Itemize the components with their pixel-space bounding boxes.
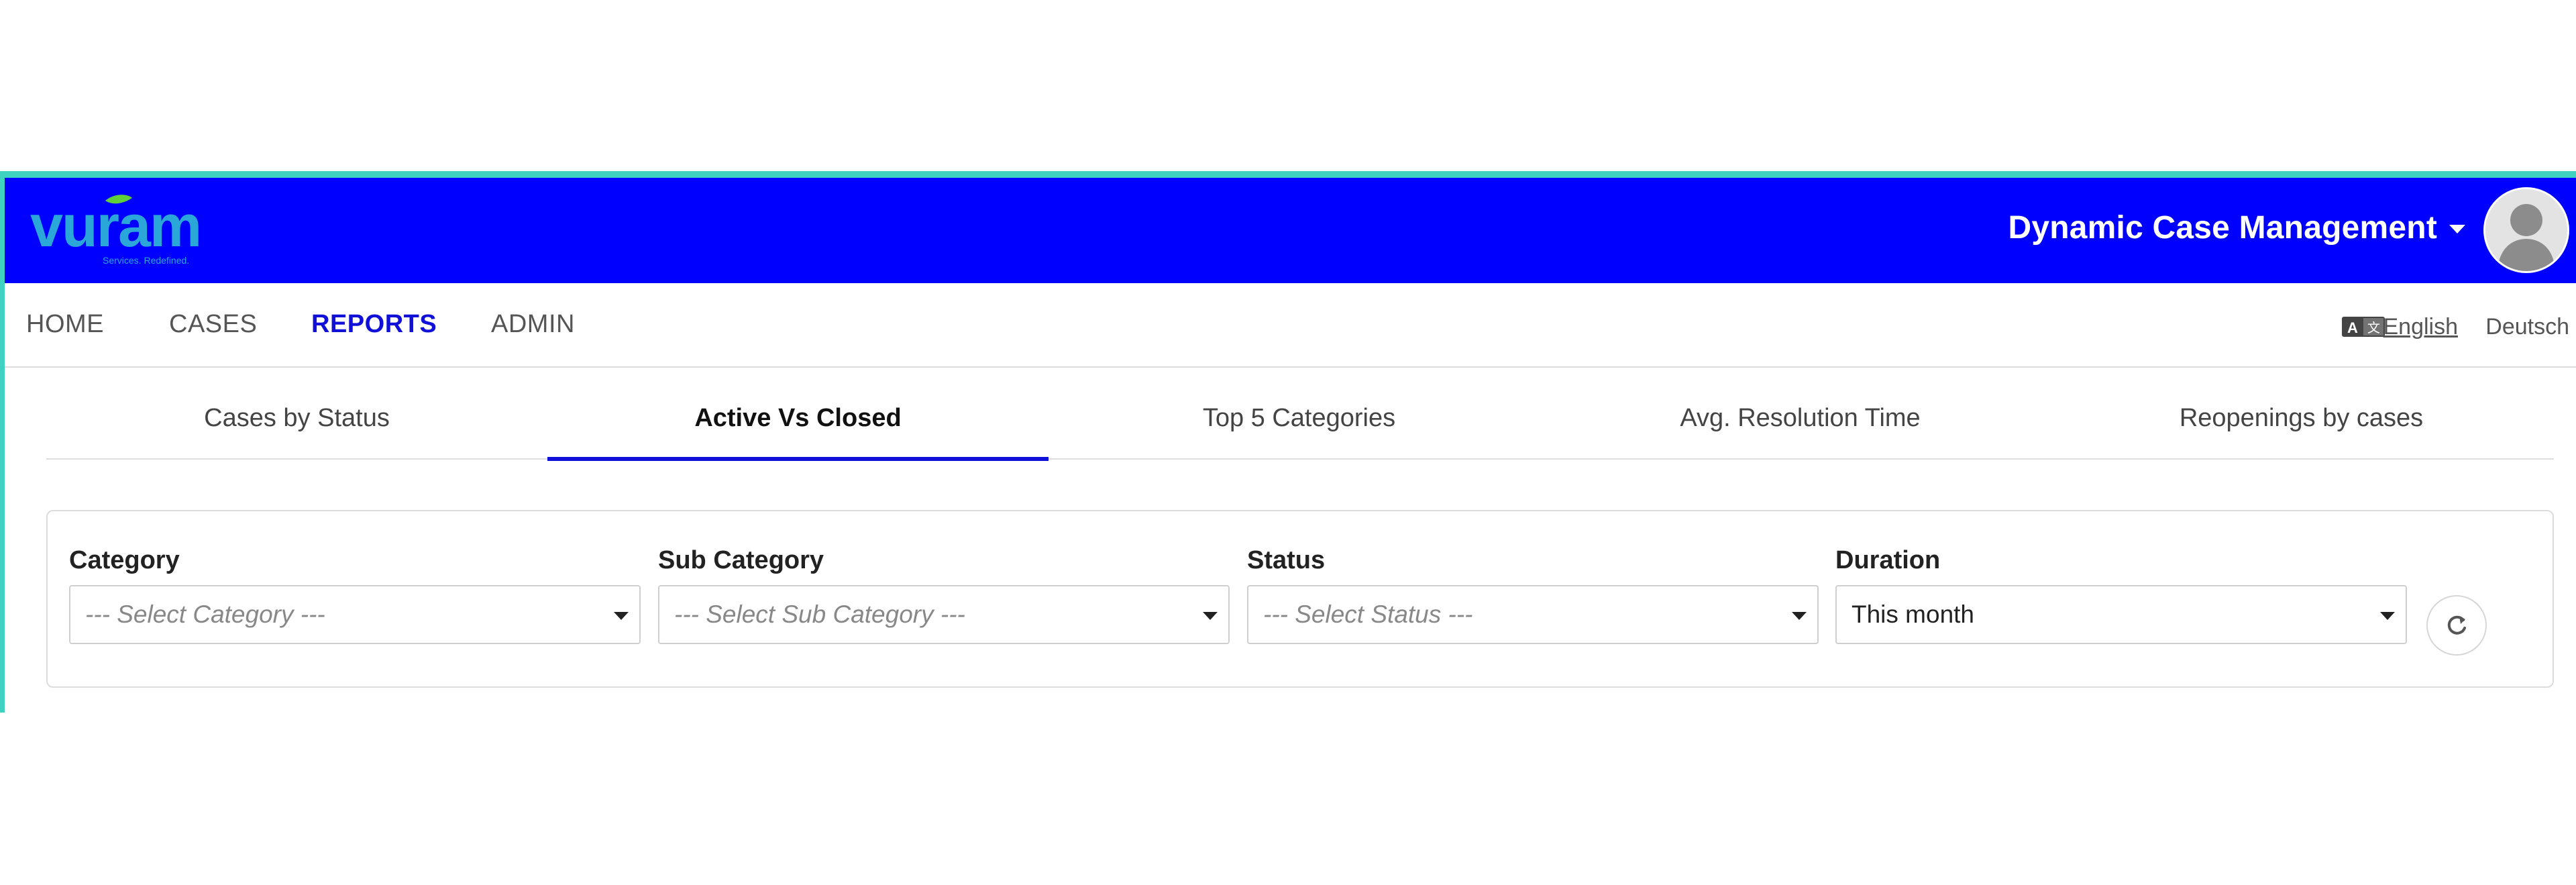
status-placeholder: --- Select Status --- xyxy=(1263,601,1473,628)
status-label: Status xyxy=(1247,546,1326,574)
sub-category-select[interactable]: --- Select Sub Category --- xyxy=(658,585,1230,644)
translate-icon: A 文 xyxy=(2342,317,2385,337)
vuram-logo[interactable]: vuram Services. Redefined. xyxy=(30,191,211,272)
category-placeholder: --- Select Category --- xyxy=(85,601,325,628)
tab-label: Active Vs Closed xyxy=(694,404,902,432)
caret-down-icon xyxy=(614,612,629,620)
sub-category-filter: Sub Category --- Select Sub Category --- xyxy=(658,545,1230,644)
refresh-icon xyxy=(2447,615,2466,635)
tab-active-vs-closed[interactable]: Active Vs Closed xyxy=(547,368,1049,461)
nav-admin[interactable]: ADMIN xyxy=(491,310,575,339)
filter-panel: Category --- Select Category --- Sub Cat… xyxy=(46,510,2554,688)
app-switcher[interactable]: Dynamic Case Management xyxy=(2008,207,2465,248)
category-label: Category xyxy=(69,546,180,574)
svg-text:文: 文 xyxy=(2367,321,2380,335)
nav-cases[interactable]: CASES xyxy=(169,310,257,339)
tab-avg-resolution-time[interactable]: Avg. Resolution Time xyxy=(1550,368,2051,460)
caret-down-icon xyxy=(1203,612,1218,620)
user-avatar[interactable] xyxy=(2483,187,2569,273)
sub-category-label: Sub Category xyxy=(658,546,824,574)
tab-label: Avg. Resolution Time xyxy=(1680,404,1921,432)
header-bar: vuram Services. Redefined. Dynamic Case … xyxy=(5,178,2576,283)
duration-value: This month xyxy=(1851,601,1975,628)
svg-text:A: A xyxy=(2347,319,2358,336)
main-nav: HOME CASES REPORTS ADMIN A 文 English Deu… xyxy=(5,283,2576,368)
category-select[interactable]: --- Select Category --- xyxy=(69,585,641,644)
duration-filter: Duration This month xyxy=(1835,545,2407,644)
active-tab-indicator xyxy=(547,457,1049,461)
tab-reopenings-by-cases[interactable]: Reopenings by cases xyxy=(2051,368,2552,460)
tab-label: Cases by Status xyxy=(204,404,390,432)
status-select[interactable]: --- Select Status --- xyxy=(1247,585,1819,644)
duration-label: Duration xyxy=(1835,546,1941,574)
caret-down-icon xyxy=(2380,612,2395,620)
user-silhouette-icon xyxy=(2485,189,2567,271)
duration-select[interactable]: This month xyxy=(1835,585,2407,644)
language-english[interactable]: English xyxy=(2383,314,2458,340)
caret-down-icon xyxy=(1792,612,1807,620)
report-tabs: Cases by Status Active Vs Closed Top 5 C… xyxy=(46,368,2554,461)
chevron-down-icon xyxy=(2449,224,2465,233)
tab-top-5-categories[interactable]: Top 5 Categories xyxy=(1049,368,1550,460)
refresh-button[interactable] xyxy=(2426,595,2487,656)
category-filter: Category --- Select Category --- xyxy=(69,545,641,644)
status-filter: Status --- Select Status --- xyxy=(1247,545,1819,644)
nav-home[interactable]: HOME xyxy=(26,310,104,339)
tab-cases-by-status[interactable]: Cases by Status xyxy=(46,368,547,460)
logo-tagline: Services. Redefined. xyxy=(103,255,189,266)
sub-category-placeholder: --- Select Sub Category --- xyxy=(674,601,965,628)
tab-label: Reopenings by cases xyxy=(2179,404,2424,432)
nav-reports[interactable]: REPORTS xyxy=(311,310,437,339)
tab-label: Top 5 Categories xyxy=(1202,404,1396,432)
language-deutsch[interactable]: Deutsch xyxy=(2485,314,2569,340)
app-frame: vuram Services. Redefined. Dynamic Case … xyxy=(0,171,2576,713)
app-title: Dynamic Case Management xyxy=(2008,209,2437,246)
